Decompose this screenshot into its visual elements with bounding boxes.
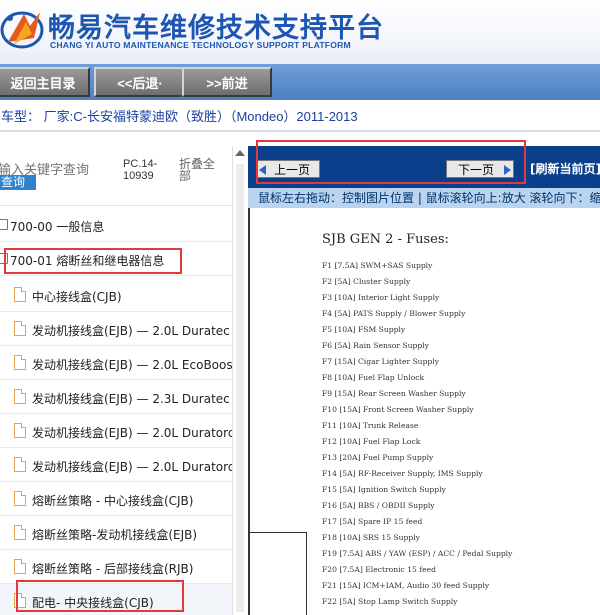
list-item: F8 [10A] Fuel Flap Unlock [322,373,425,382]
document-icon [14,389,26,404]
list-item: F5 [10A] FSM Supply [322,325,406,334]
vehicle-model-line: 车型： 厂家:C-长安福特蒙迪欧（致胜）（Mondeo）2011-2013 [1,109,358,124]
next-page-label: 下一页 [457,162,494,177]
back-button[interactable]: <<后退· [94,67,186,97]
list-item: F6 [5A] Rain Sensor Supply [322,341,429,350]
viewer-toolbar: 上一页 下一页 [刷新当前页] [248,140,600,188]
tree-item-power-distribution-cjb[interactable]: 配电- 中央接线盒(CJB) [0,584,232,615]
scroll-up-arrow-icon[interactable] [235,150,245,156]
list-item: F11 [10A] Trunk Release [322,421,419,430]
list-item: F4 [5A] PATS Supply / Blower Supply [322,309,466,318]
collapse-all-link[interactable]: 折叠全部 [179,158,219,182]
list-item: F14 [5A] RF-Receiver Supply, IMS Supply [322,469,483,478]
fuse-list: F1 [7.5A] SWM+SAS Supply F2 [5A] Cluster… [322,258,512,610]
document-icon [14,593,26,608]
catalog-tree-panel: 查询 PC.14-10939 折叠全部 700-00 一般信息 700-01 熔… [0,146,232,615]
tree-item-fuse-strategy-cjb[interactable]: 熔断丝策略 - 中心接线盒(CJB) [0,482,232,516]
tree-item-label: 700-00 一般信息 [10,220,105,234]
tree-item-label: 发动机接线盒(EJB) — 2.0L Duratec [32,324,230,338]
tree-item-ejb-20-ecoboost[interactable]: 发动机接线盒(EJB) — 2.0L EcoBoost [0,346,232,380]
prev-page-button[interactable]: 上一页 [256,160,320,178]
forward-button[interactable]: >>前进 [182,67,272,97]
search-divider [0,205,232,206]
panel-splitter[interactable] [232,146,248,615]
document-icon [14,491,26,506]
document-icon [14,457,26,472]
brand-logo-icon [0,11,44,49]
list-item: F7 [15A] Cigar Lighter Supply [322,357,440,366]
prev-page-label: 上一页 [273,162,310,177]
header-divider [0,130,600,132]
list-item: F17 [5A] Spare IP 15 feed [322,517,423,526]
brand-subtitle: CHANG YI AUTO MAINTENANCE TECHNOLOGY SUP… [50,40,351,50]
tree-item-general-info[interactable]: 700-00 一般信息 [0,208,232,242]
list-item: F3 [10A] Interior Light Supply [322,293,440,302]
pc-code: PC.14-10939 [123,158,158,182]
list-item: F13 [20A] Fuel Pump Supply [322,453,434,462]
tree-item-fuse-strategy-ejb[interactable]: 熔断丝策略-发动机接线盒(EJB) [0,516,232,550]
tree-item-label: 配电- 中央接线盒(CJB) [32,596,154,610]
list-item: F21 [15A] ICM+IAM, Audio 30 feed Supply [322,581,490,590]
list-item: F9 [15A] Rear Screen Washer Supply [322,389,466,398]
next-page-button[interactable]: 下一页 [446,160,514,178]
scroll-track[interactable] [236,164,244,612]
tree-item-ejb-20-duratorq-a[interactable]: 发动机接线盒(EJB) — 2.0L Duratorq [0,414,232,448]
tree-item-ejb-20-duratorq-b[interactable]: 发动机接线盒(EJB) — 2.0L Duratorq [0,448,232,482]
list-item: F18 [10A] SRS 15 Supply [322,533,420,542]
arrow-left-icon [259,165,266,175]
folder-icon [0,253,8,264]
list-item: F2 [5A] Cluster Supply [322,277,411,286]
zoom-hint-bar: 鼠标左右拖动：控制图片位置 | 鼠标滚轮向上:放大 滚轮向下：缩小 [248,188,600,208]
tree-item-ejb-23-duratec[interactable]: 发动机接线盒(EJB) — 2.3L Duratec [0,380,232,414]
folder-icon [0,219,8,230]
list-item: F15 [5A] Ignition Switch Supply [322,485,446,494]
tree-item-label: 熔断丝策略 - 后部接线盒(RJB) [32,562,194,576]
list-item: F12 [10A] Fuel Flap Lock [322,437,421,446]
tree-item-label: 中心接线盒(CJB) [32,290,122,304]
list-item: F22 [5A] Stop Lamp Switch Supply [322,597,458,606]
tree-item-label: 发动机接线盒(EJB) — 2.3L Duratec [32,392,230,406]
tree-item-fuse-strategy-rjb[interactable]: 熔断丝策略 - 后部接线盒(RJB) [0,550,232,584]
tree-item-label: 700-01 熔断丝和继电器信息 [10,254,165,268]
document-icon [14,525,26,540]
tree-item-label: 发动机接线盒(EJB) — 2.0L Duratorq [32,426,232,440]
app-page: 畅易汽车维修技术支持平台 CHANG YI AUTO MAINTENANCE T… [0,0,600,615]
home-button[interactable]: 返回主目录 [0,67,90,97]
arrow-right-icon [504,165,511,175]
list-item: F16 [5A] BBS / OBDII Supply [322,501,435,510]
list-item: F20 [7.5A] Electronic 15 feed [322,565,436,574]
app-header: 畅易汽车维修技术支持平台 CHANG YI AUTO MAINTENANCE T… [0,0,600,64]
document-viewer: 上一页 下一页 [刷新当前页] 鼠标左右拖动：控制图片位置 | 鼠标滚轮向上:放… [248,140,600,615]
tree-item-fuse-relay-info[interactable]: 700-01 熔断丝和继电器信息 [0,242,232,276]
diagram-outline [250,532,307,615]
document-icon [14,559,26,574]
tree-item-label: 发动机接线盒(EJB) — 2.0L Duratorq [32,460,232,474]
list-item: F10 [15A] Front Screen Washer Supply [322,405,474,414]
document-icon [14,287,26,302]
document-icon [14,355,26,370]
document-title: SJB GEN 2 - Fuses: [322,232,449,247]
tree-item-label: 熔断丝策略 - 中心接线盒(CJB) [32,494,194,508]
tree-item-label: 发动机接线盒(EJB) — 2.0L EcoBoost [32,358,232,372]
tree-item-ejb-20-duratec[interactable]: 发动机接线盒(EJB) — 2.0L Duratec [0,312,232,346]
list-item: F1 [7.5A] SWM+SAS Supply [322,261,433,270]
tree-item-cjb[interactable]: 中心接线盒(CJB) [0,278,232,312]
refresh-page-link[interactable]: [刷新当前页] [530,160,600,177]
main-nav-bar: 返回主目录 <<后退· >>前进 [0,64,600,100]
tree-item-label: 熔断丝策略-发动机接线盒(EJB) [32,528,198,542]
document-icon [14,423,26,438]
search-button[interactable]: 查询 [0,175,36,190]
document-icon [14,321,26,336]
list-item: F19 [7.5A] ABS / YAW (ESP) / ACC / Pedal… [322,549,513,558]
document-image-area[interactable]: SJB GEN 2 - Fuses: F1 [7.5A] SWM+SAS Sup… [248,208,600,615]
